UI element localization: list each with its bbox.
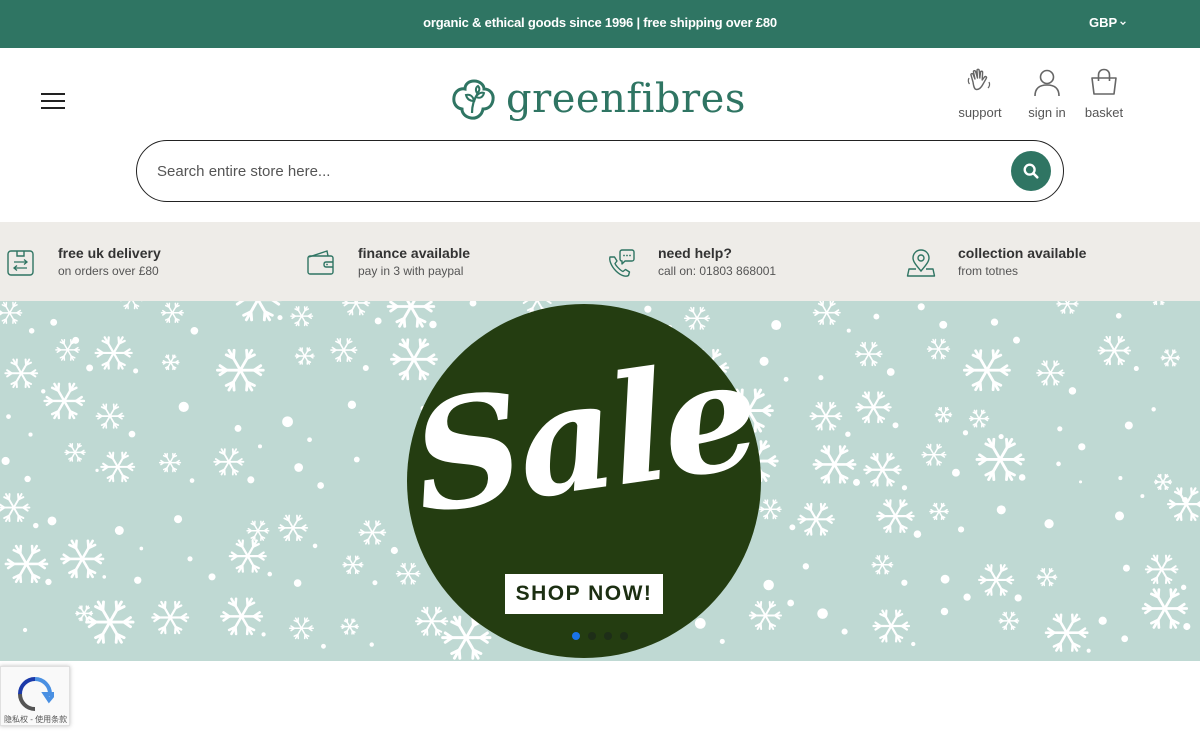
wallet-icon	[307, 250, 334, 275]
carousel-dot[interactable]	[588, 632, 596, 640]
search-button[interactable]	[1011, 151, 1051, 191]
phone-chat-icon	[609, 249, 635, 277]
currency-label: GBP	[1089, 15, 1118, 30]
sign-in-label: sign in	[1028, 105, 1066, 120]
menu-icon[interactable]	[41, 93, 65, 111]
recaptcha-terms[interactable]: 隐私权 - 使用条款	[4, 714, 67, 725]
usp-title: free uk delivery	[58, 245, 161, 261]
chevron-down-icon	[1120, 20, 1127, 25]
carousel-dots	[572, 632, 628, 640]
logo-wordmark: greenfibres	[506, 76, 746, 122]
location-pin-icon	[906, 249, 936, 277]
usp-title: finance available	[358, 245, 471, 261]
site-logo[interactable]: greenfibres	[450, 74, 746, 124]
search-input[interactable]	[157, 159, 977, 183]
carousel-dot[interactable]	[620, 632, 628, 640]
usp-subtitle: pay in 3 with paypal	[358, 264, 464, 278]
recaptcha-icon	[18, 677, 54, 711]
basket-link[interactable]: basket	[1074, 66, 1134, 120]
site-header: greenfibres support sign in basket	[0, 48, 1200, 222]
usp-subtitle: call on: 01803 868001	[658, 264, 777, 278]
recaptcha-badge[interactable]: 隐私权 - 使用条款	[0, 666, 70, 726]
hero-banner[interactable]: Sale SHOP NOW!	[0, 301, 1200, 661]
support-link[interactable]: support	[950, 66, 1010, 120]
search-icon	[1023, 163, 1039, 179]
usp-title: collection available	[958, 245, 1087, 261]
basket-label: basket	[1084, 105, 1124, 120]
currency-selector[interactable]: GBP	[1089, 15, 1127, 30]
search-bar	[136, 140, 1064, 202]
usp-subtitle: from totnes	[958, 264, 1019, 278]
usp-title: need help?	[658, 245, 732, 261]
promo-text: organic & ethical goods since 1996 | fre…	[423, 15, 777, 30]
carousel-dot[interactable]	[604, 632, 612, 640]
shop-now-button[interactable]: SHOP NOW!	[505, 574, 663, 614]
sale-circle: Sale SHOP NOW!	[402, 304, 766, 658]
sign-in-link[interactable]: sign in	[1017, 66, 1077, 120]
basket-icon	[1091, 68, 1117, 95]
usp-strip: free uk delivery on orders over £80 fina…	[0, 222, 1200, 301]
delivery-box-icon	[7, 250, 34, 276]
user-icon	[1034, 69, 1060, 97]
logo-mark-icon	[452, 79, 495, 120]
announcement-bar: organic & ethical goods since 1996 | fre…	[0, 0, 1200, 48]
carousel-dot[interactable]	[572, 632, 580, 640]
waving-hand-icon	[967, 68, 991, 91]
support-label: support	[958, 105, 1002, 120]
usp-subtitle: on orders over £80	[58, 264, 159, 278]
